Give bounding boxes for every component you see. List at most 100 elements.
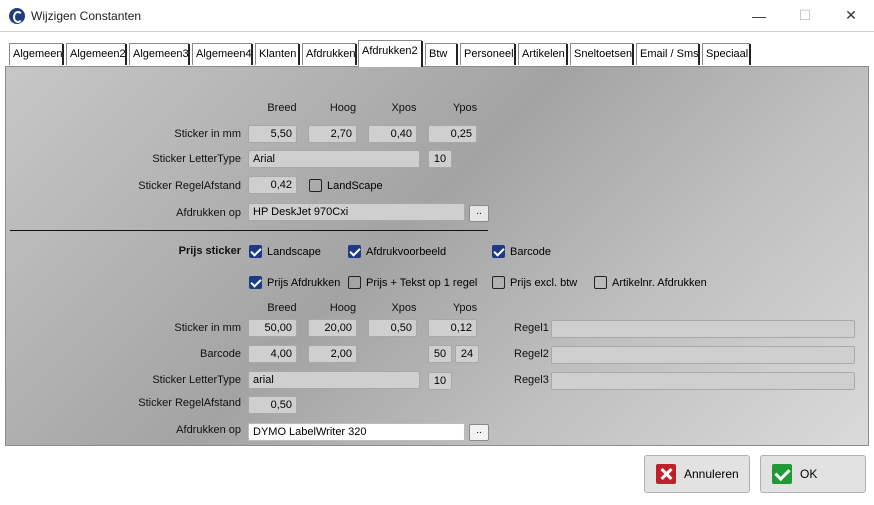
- tab-afdrukken[interactable]: Afdrukken: [302, 43, 357, 65]
- checkbox-box: [309, 179, 322, 192]
- regel1-field[interactable]: [551, 320, 855, 338]
- prijs-printer-browse-button[interactable]: ..: [469, 424, 489, 441]
- prijs-col-header-breed: Breed: [267, 302, 297, 314]
- prijs-landscape-checkbox[interactable]: Landscape: [249, 245, 321, 258]
- checkbox-box: [594, 276, 607, 289]
- ok-label: OK: [800, 467, 818, 481]
- maximize-icon: ☐: [798, 7, 812, 23]
- sticker-mm-label: Sticker in mm: [174, 128, 241, 140]
- checkbox-box: [348, 276, 361, 289]
- prijs-col-header-hoog: Hoog: [329, 302, 357, 314]
- sticker-breed-field[interactable]: 5,50: [248, 125, 297, 143]
- prijs-tekst-label: Prijs + Tekst op 1 regel: [366, 276, 478, 289]
- lettertype-field[interactable]: Arial: [248, 150, 420, 168]
- app-icon: [9, 8, 25, 24]
- prijs-sticker-heading: Prijs sticker: [178, 245, 241, 257]
- artikelnr-label: Artikelnr. Afdrukken: [612, 276, 707, 289]
- col-header-breed: Breed: [267, 102, 297, 114]
- tab-speciaal[interactable]: Speciaal: [702, 43, 751, 65]
- cancel-label: Annuleren: [684, 467, 739, 481]
- prijs-regelafstand-label: Sticker RegelAfstand: [138, 397, 241, 409]
- dialog-footer: Annuleren OK: [0, 446, 874, 505]
- sticker-ypos-field[interactable]: 0,25: [428, 125, 477, 143]
- cancel-button[interactable]: Annuleren: [644, 455, 750, 493]
- barcode-breed-field[interactable]: 4,00: [248, 345, 297, 363]
- prijs-ypos-field[interactable]: 0,12: [428, 319, 477, 337]
- prijs-lettersize-field[interactable]: 10: [428, 372, 452, 390]
- tab-strip: Algemeen Algemeen2 Algemeen3 Algemeen4 K…: [0, 33, 874, 67]
- regelafstand-field[interactable]: 0,42: [248, 176, 297, 194]
- barcode-hoog-field[interactable]: 2,00: [308, 345, 357, 363]
- tab-sneltoetsen[interactable]: Sneltoetsen: [570, 43, 634, 65]
- col-header-xpos: Xpos: [391, 102, 417, 114]
- printer-label: Afdrukken op: [176, 207, 241, 219]
- sticker-xpos-field[interactable]: 0,40: [368, 125, 417, 143]
- barcode-checkbox[interactable]: Barcode: [492, 245, 551, 258]
- prijs-hoog-field[interactable]: 20,00: [308, 319, 357, 337]
- checkbox-box: [492, 276, 505, 289]
- checkbox-checked-icon: [249, 276, 262, 289]
- artikelnr-checkbox[interactable]: Artikelnr. Afdrukken: [594, 276, 707, 289]
- barcode-size-a-field[interactable]: 50: [428, 345, 452, 363]
- close-icon: ✕: [845, 7, 857, 23]
- tab-klanten[interactable]: Klanten: [255, 43, 300, 65]
- prijs-col-header-ypos: Ypos: [452, 302, 478, 314]
- minimize-button[interactable]: —: [736, 0, 782, 31]
- regel3-field[interactable]: [551, 372, 855, 390]
- lettersize-field[interactable]: 10: [428, 150, 452, 168]
- checkbox-checked-icon: [348, 245, 361, 258]
- ok-button[interactable]: OK: [760, 455, 866, 493]
- tab-email-sms[interactable]: Email / Sms: [636, 43, 700, 65]
- prijs-tekst-checkbox[interactable]: Prijs + Tekst op 1 regel: [348, 276, 477, 289]
- tab-artikelen[interactable]: Artikelen: [518, 43, 568, 65]
- maximize-button: ☐: [782, 0, 828, 31]
- afdrukvoorbeeld-checkbox[interactable]: Afdrukvoorbeeld: [348, 245, 446, 258]
- landscape-checkbox[interactable]: LandScape: [309, 179, 383, 192]
- col-header-hoog: Hoog: [329, 102, 357, 114]
- section-divider: [10, 230, 488, 231]
- title-bar: Wijzigen Constanten — ☐ ✕: [0, 0, 874, 32]
- tab-algemeen2[interactable]: Algemeen2: [66, 43, 127, 65]
- col-header-ypos: Ypos: [452, 102, 478, 114]
- cancel-icon: [656, 464, 676, 484]
- tab-algemeen4[interactable]: Algemeen4: [192, 43, 253, 65]
- printer-browse-button[interactable]: ..: [469, 205, 489, 222]
- minimize-icon: —: [752, 7, 766, 24]
- regel3-label: Regel3: [514, 374, 549, 386]
- lettertype-label: Sticker LetterType: [152, 153, 241, 165]
- afdrukvoorbeeld-label: Afdrukvoorbeeld: [366, 245, 447, 258]
- regel2-label: Regel2: [514, 348, 549, 360]
- regel1-label: Regel1: [514, 322, 549, 334]
- barcode-label: Barcode: [200, 348, 241, 360]
- prijs-breed-field[interactable]: 50,00: [248, 319, 297, 337]
- sticker-hoog-field[interactable]: 2,70: [308, 125, 357, 143]
- prijs-afdrukken-label: Prijs Afdrukken: [267, 276, 341, 289]
- barcode-cb-label: Barcode: [510, 245, 551, 258]
- tab-algemeen3[interactable]: Algemeen3: [129, 43, 190, 65]
- regelafstand-label: Sticker RegelAfstand: [138, 180, 241, 192]
- tab-personeel[interactable]: Personeel: [460, 43, 516, 65]
- checkbox-checked-icon: [492, 245, 505, 258]
- prijs-afdrukken-checkbox[interactable]: Prijs Afdrukken: [249, 276, 340, 289]
- prijs-excl-checkbox[interactable]: Prijs excl. btw: [492, 276, 577, 289]
- prijs-xpos-field[interactable]: 0,50: [368, 319, 417, 337]
- prijs-printer-field[interactable]: DYMO LabelWriter 320: [248, 423, 465, 441]
- printer-field[interactable]: HP DeskJet 970Cxi: [248, 203, 465, 221]
- prijs-lettertype-field[interactable]: arial: [248, 371, 420, 389]
- prijs-printer-label: Afdrukken op: [176, 424, 241, 436]
- tab-btw[interactable]: Btw: [425, 43, 458, 65]
- prijs-regelafstand-field[interactable]: 0,50: [248, 396, 297, 414]
- prijs-sticker-mm-label: Sticker in mm: [174, 322, 241, 334]
- landscape-label: LandScape: [327, 179, 383, 192]
- regel2-field[interactable]: [551, 346, 855, 364]
- checkbox-checked-icon: [249, 245, 262, 258]
- prijs-landscape-label: Landscape: [267, 245, 321, 258]
- tab-algemeen[interactable]: Algemeen: [9, 43, 64, 65]
- ok-icon: [772, 464, 792, 484]
- tab-afdrukken2[interactable]: Afdrukken2: [358, 40, 423, 67]
- prijs-col-header-xpos: Xpos: [391, 302, 417, 314]
- window-title: Wijzigen Constanten: [31, 9, 142, 23]
- barcode-size-b-field[interactable]: 24: [455, 345, 479, 363]
- close-button[interactable]: ✕: [828, 0, 874, 31]
- prijs-excl-label: Prijs excl. btw: [510, 276, 578, 289]
